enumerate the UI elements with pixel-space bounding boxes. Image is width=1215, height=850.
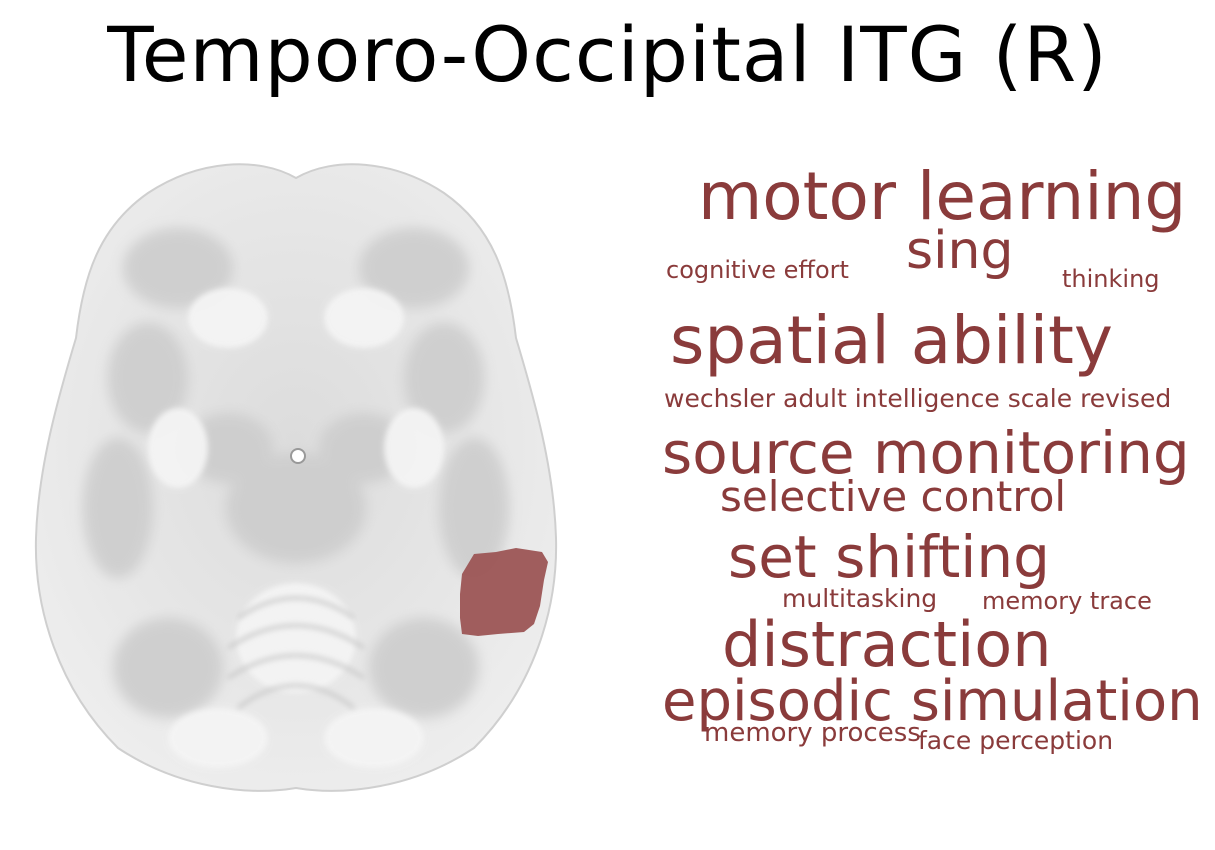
term-episodic-simulation: episodic simulation (662, 669, 1203, 734)
term-thinking: thinking (1062, 265, 1160, 293)
term-source-monitoring: source monitoring (662, 419, 1190, 487)
term-sing: sing (906, 221, 1014, 281)
term-motor-learning: motor learning (698, 158, 1187, 235)
term-cognitive-effort: cognitive effort (666, 256, 849, 284)
term-memory-process: memory process (704, 718, 921, 748)
term-distraction: distraction (722, 608, 1052, 681)
term-wechsler: wechsler adult intelligence scale revise… (664, 384, 1172, 413)
term-selective-control: selective control (720, 472, 1067, 521)
term-multitasking: multitasking (782, 584, 938, 613)
term-face-perception: face perception (918, 726, 1114, 755)
page-title: Temporo-Occipital ITG (R) (107, 10, 1108, 99)
term-set-shifting: set shifting (728, 523, 1051, 591)
term-spatial-ability: spatial ability (670, 302, 1113, 379)
brain-axial-slice (28, 148, 562, 798)
term-memory-trace: memory trace (982, 587, 1152, 615)
